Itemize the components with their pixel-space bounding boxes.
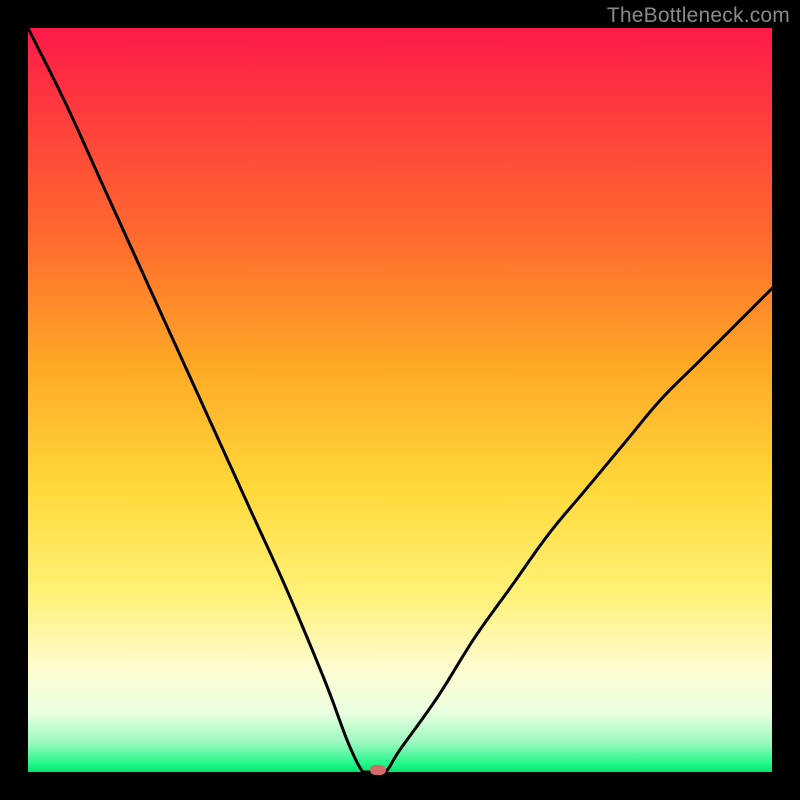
plot-area [28, 28, 772, 772]
bottleneck-curve [28, 28, 772, 772]
chart-frame: TheBottleneck.com [0, 0, 800, 800]
optimal-point-marker [370, 765, 386, 775]
watermark-text: TheBottleneck.com [607, 4, 790, 28]
